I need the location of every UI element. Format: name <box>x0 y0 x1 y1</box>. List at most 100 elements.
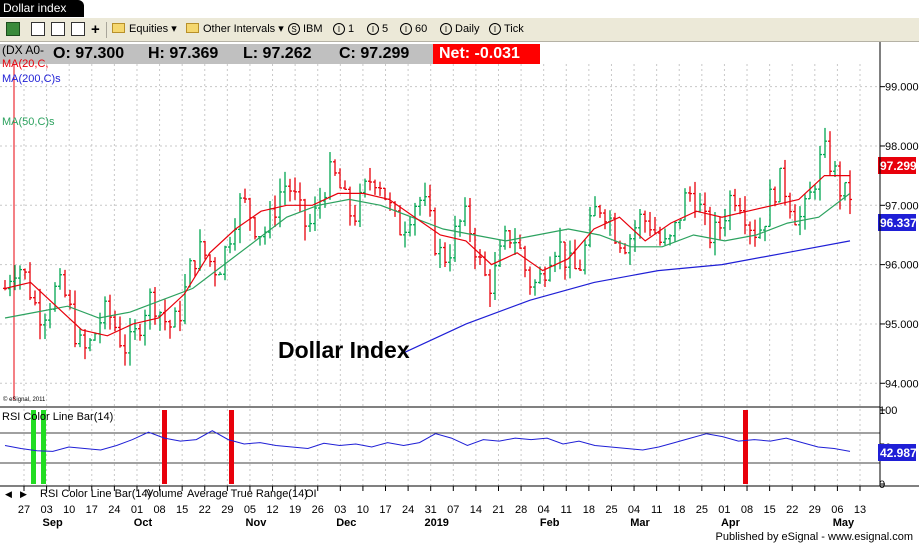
date-tick-label: 24 <box>108 504 120 516</box>
circle-i-icon: I <box>333 23 345 35</box>
page-icon[interactable] <box>31 22 45 36</box>
date-tick-label: 01 <box>131 504 143 516</box>
rsi-last-label: 42.987 <box>880 446 917 460</box>
circle-s-icon: S <box>288 23 300 35</box>
rsi-signal-bar <box>229 410 234 484</box>
date-tick-label: 26 <box>312 504 324 516</box>
date-tick-label: 13 <box>854 504 866 516</box>
date-tick-label: 18 <box>583 504 595 516</box>
month-label: Feb <box>540 517 560 529</box>
low-value: L: 97.262 <box>243 45 312 62</box>
interval-60-button[interactable]: I 60 <box>400 21 427 38</box>
tab-rsi[interactable]: RSI Color Line Bar(14) <box>40 487 151 501</box>
symbol-ibm-button[interactable]: S IBM <box>288 21 323 38</box>
link-icon[interactable] <box>71 22 85 36</box>
date-tick-label: 21 <box>492 504 504 516</box>
date-tick-label: 12 <box>266 504 278 516</box>
date-tick-label: 11 <box>561 504 572 516</box>
rsi-signal-bar <box>743 410 748 484</box>
interval-1-button[interactable]: I1 <box>333 21 354 38</box>
close-label: 97.299 <box>880 159 917 173</box>
interval-5-button[interactable]: I5 <box>367 21 388 38</box>
tab-atr[interactable]: Average True Range(14) <box>187 487 308 501</box>
folder-icon <box>186 23 199 33</box>
scroll-right-icon[interactable]: ▶ <box>20 487 27 501</box>
interval-daily-button[interactable]: I Daily <box>440 21 479 38</box>
date-tick-label: 10 <box>357 504 369 516</box>
date-tick-label: 15 <box>763 504 775 516</box>
date-tick-label: 06 <box>831 504 843 516</box>
add-icon[interactable]: + <box>91 21 100 38</box>
date-tick-label: 05 <box>244 504 256 516</box>
price-tick-label: 94.000 <box>885 378 919 390</box>
date-tick-label: 25 <box>605 504 617 516</box>
ma200-legend: MA(200,C)s <box>2 73 61 85</box>
month-label: May <box>833 517 855 529</box>
window-title[interactable]: Dollar index <box>0 0 84 17</box>
equities-dropdown[interactable]: Equities ▾ <box>112 21 177 38</box>
toolbar: + Equities ▾ Other Intervals ▾ S IBM I1 I… <box>0 18 919 42</box>
study-tabs: ◀ ▶ RSI Color Line Bar(14) Volume Averag… <box>0 487 880 501</box>
symbol-label: (DX A0- <box>2 43 45 57</box>
tab-volume[interactable]: Volume <box>146 487 183 501</box>
other-intervals-dropdown[interactable]: Other Intervals ▾ <box>186 21 284 38</box>
date-tick-label: 17 <box>86 504 98 516</box>
date-tick-label: 27 <box>18 504 30 516</box>
date-tick-label: 22 <box>786 504 798 516</box>
date-tick-label: 29 <box>221 504 233 516</box>
scroll-left-icon[interactable]: ◀ <box>5 487 12 501</box>
close-value: C: 97.299 <box>339 45 410 62</box>
date-tick-label: 08 <box>153 504 165 516</box>
price-tick-label: 96.000 <box>885 260 919 272</box>
price-tick-label: 95.000 <box>885 319 919 331</box>
date-tick-label: 24 <box>402 504 414 516</box>
month-label: Dec <box>336 517 356 529</box>
date-tick-label: 22 <box>199 504 211 516</box>
footer-credit: Published by eSignal - www.esignal.com <box>715 531 914 543</box>
tab-oi[interactable]: OI <box>305 487 317 501</box>
date-tick-label: 07 <box>447 504 459 516</box>
ma20-legend: MA(20,C, <box>2 58 49 70</box>
month-label: Sep <box>43 517 63 529</box>
circle-i-icon: I <box>440 23 452 35</box>
date-tick-label: 18 <box>673 504 685 516</box>
copy-icon[interactable] <box>51 22 65 36</box>
circle-i-icon: I <box>400 23 412 35</box>
circle-i-icon: I <box>367 23 379 35</box>
ma50-legend: MA(50,C)s <box>2 116 55 128</box>
date-tick-label: 28 <box>515 504 527 516</box>
month-label: Oct <box>134 517 153 529</box>
date-tick-label: 19 <box>289 504 301 516</box>
date-tick-label: 03 <box>40 504 52 516</box>
date-tick-label: 17 <box>379 504 391 516</box>
date-tick-label: 01 <box>718 504 730 516</box>
ma200-label: 96.337 <box>880 216 917 230</box>
date-tick-label: 04 <box>538 504 550 516</box>
chart-icon[interactable] <box>6 22 20 36</box>
price-tick-label: 98.000 <box>885 141 919 153</box>
date-tick-label: 04 <box>628 504 640 516</box>
folder-icon <box>112 23 125 33</box>
net-change: Net: -0.031 <box>433 44 540 64</box>
month-label: Apr <box>721 517 741 529</box>
open-value: O: 97.300 <box>53 45 125 62</box>
date-tick-label: 25 <box>696 504 708 516</box>
rsi-signal-bar <box>162 410 167 484</box>
price-chart[interactable]: 99.000 98.000 97.000 96.000 95.000 94.000 97.… <box>0 42 919 532</box>
dollar-index-annotation: Dollar Index <box>278 337 410 363</box>
high-value: H: 97.369 <box>148 45 219 62</box>
date-tick-label: 29 <box>809 504 821 516</box>
interval-tick-button[interactable]: I Tick <box>489 21 524 38</box>
rsi-study-label: RSI Color Line Bar(14) <box>2 411 113 423</box>
date-tick-label: 31 <box>425 504 437 516</box>
date-tick-label: 03 <box>334 504 346 516</box>
copyright: © eSignal, 2011 <box>3 396 46 403</box>
date-tick-label: 14 <box>470 504 482 516</box>
price-tick-label: 99.000 <box>885 82 919 94</box>
date-tick-label: 11 <box>651 504 662 516</box>
circle-i-icon: I <box>489 23 501 35</box>
month-label: Nov <box>246 517 268 529</box>
month-label: 2019 <box>424 517 448 529</box>
date-tick-label: 10 <box>63 504 75 516</box>
window-titlebar: Dollar index <box>0 0 919 17</box>
